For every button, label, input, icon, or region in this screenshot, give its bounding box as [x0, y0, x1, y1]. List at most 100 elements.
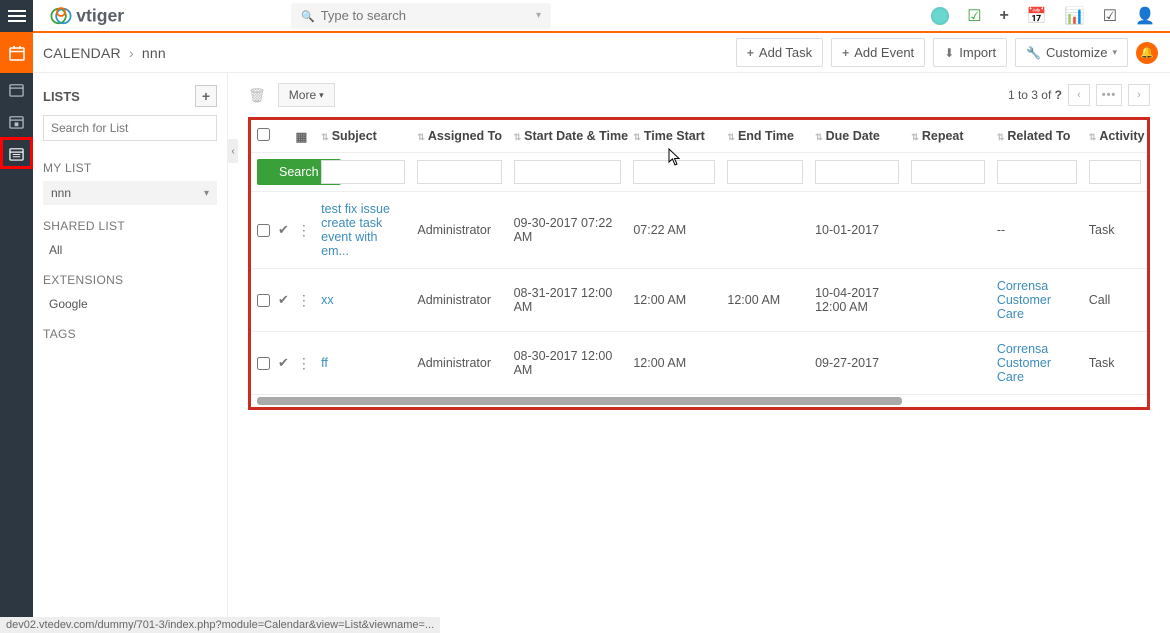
cell-related-to[interactable]: Corrensa Customer Care: [991, 269, 1083, 332]
pager-next[interactable]: [1128, 84, 1150, 106]
calendar-icon[interactable]: [1027, 6, 1047, 26]
filter-subject[interactable]: [321, 160, 405, 184]
records-table-wrap: ⇅Subject ⇅Assigned To ⇅Start Date & Time…: [248, 117, 1150, 410]
status-bar-url: dev02.vtedev.com/dummy/701-3/index.php?m…: [0, 617, 440, 633]
tags-label: TAGS: [43, 327, 217, 341]
tasks-icon[interactable]: [1103, 6, 1117, 26]
filter-assigned[interactable]: [417, 160, 501, 184]
cell-repeat: [905, 332, 991, 395]
cell-time_start: 12:00 AM: [627, 332, 721, 395]
pager-prev[interactable]: [1068, 84, 1090, 106]
mark-complete-icon[interactable]: ✔: [278, 222, 289, 238]
import-button[interactable]: Import: [933, 38, 1007, 67]
cell-end_time: 12:00 AM: [721, 269, 809, 332]
cell-end_time: [721, 192, 809, 269]
user-icon[interactable]: [1135, 6, 1155, 26]
filter-related[interactable]: [997, 160, 1077, 184]
quick-add-icon[interactable]: [1000, 7, 1009, 25]
cell-activity: Task: [1083, 192, 1147, 269]
row-menu-icon[interactable]: ⋮: [297, 222, 311, 239]
breadcrumb: CALENDAR › nnn: [43, 45, 166, 61]
cell-activity: Call: [1083, 269, 1147, 332]
more-button[interactable]: More: [278, 83, 335, 107]
shared-list-label: SHARED LIST: [43, 219, 217, 233]
filter-start-datetime[interactable]: [514, 160, 622, 184]
subheader: CALENDAR › nnn Add Task Add Event Import…: [0, 33, 1170, 73]
cell-time_start: 12:00 AM: [627, 269, 721, 332]
list-search-input[interactable]: [43, 115, 217, 141]
mylist-dropdown[interactable]: nnn: [43, 181, 217, 205]
wrench-icon: 🔧: [1026, 46, 1041, 60]
app-icon[interactable]: [931, 7, 949, 25]
reports-icon[interactable]: [1065, 6, 1085, 26]
row-checkbox[interactable]: [257, 294, 270, 307]
subject-link[interactable]: test fix issue create task event with em…: [321, 202, 390, 258]
extension-item[interactable]: Google: [43, 293, 217, 315]
subject-link[interactable]: xx: [321, 293, 334, 307]
delete-icon[interactable]: [248, 87, 266, 104]
svg-text:vtiger: vtiger: [76, 5, 124, 25]
rail-item-2[interactable]: [0, 105, 33, 137]
topbar: vtiger ☑: [0, 0, 1170, 33]
cell-end_time: [721, 332, 809, 395]
cell-due_date: 10-04-2017 12:00 AM: [809, 269, 905, 332]
cell-repeat: [905, 269, 991, 332]
plus-icon: [842, 46, 849, 60]
filter-due-date[interactable]: [815, 160, 899, 184]
cell-assigned_to: Administrator: [411, 269, 507, 332]
pager: 1 to 3 of ? •••: [1008, 84, 1150, 106]
rail-item-list-view[interactable]: [0, 137, 33, 169]
notification-badge[interactable]: [1136, 42, 1158, 64]
filter-end-time[interactable]: [727, 160, 803, 184]
global-search[interactable]: [291, 3, 551, 29]
bell-icon: [1140, 46, 1154, 59]
pager-text: 1 to 3 of ?: [1008, 88, 1062, 102]
calendar-check-icon[interactable]: ☑: [967, 6, 981, 26]
horizontal-scrollbar[interactable]: [257, 397, 902, 405]
module-icon[interactable]: [0, 33, 33, 73]
mark-complete-icon[interactable]: ✔: [278, 292, 289, 308]
row-checkbox[interactable]: [257, 357, 270, 370]
add-list-button[interactable]: +: [195, 85, 217, 107]
filter-time-start[interactable]: [633, 160, 715, 184]
cell-repeat: [905, 192, 991, 269]
grid-icon[interactable]: [295, 130, 307, 144]
table-row: ✔⋮ffAdministrator08-30-2017 12:00 AM12:0…: [251, 332, 1147, 395]
plus-icon: [747, 46, 754, 60]
list-toolbar: More 1 to 3 of ? •••: [248, 83, 1150, 107]
chevron-down-icon: [204, 188, 209, 199]
cell-start_datetime: 09-30-2017 07:22 AM: [508, 192, 628, 269]
row-menu-icon[interactable]: ⋮: [297, 292, 311, 309]
mark-complete-icon[interactable]: ✔: [278, 355, 289, 371]
cell-due_date: 10-01-2017: [809, 192, 905, 269]
row-menu-icon[interactable]: ⋮: [297, 355, 311, 372]
cell-start_datetime: 08-31-2017 12:00 AM: [508, 269, 628, 332]
rail-item-1[interactable]: [0, 73, 33, 105]
customize-button[interactable]: 🔧Customize: [1015, 38, 1128, 67]
filter-activity[interactable]: [1089, 160, 1141, 184]
add-event-button[interactable]: Add Event: [831, 38, 925, 67]
cell-activity: Task: [1083, 332, 1147, 395]
search-icon: [301, 8, 315, 23]
menu-toggle[interactable]: [0, 0, 33, 32]
cell-time_start: 07:22 AM: [627, 192, 721, 269]
shared-list-item[interactable]: All: [43, 239, 217, 261]
filter-repeat[interactable]: [911, 160, 985, 184]
cell-due_date: 09-27-2017: [809, 332, 905, 395]
brand-logo[interactable]: vtiger: [41, 4, 161, 28]
add-task-button[interactable]: Add Task: [736, 38, 823, 67]
search-dropdown-icon[interactable]: [536, 10, 541, 21]
table-row: ✔ ⋮ test fix issue create task event with …: [251, 192, 1147, 269]
breadcrumb-module[interactable]: CALENDAR: [43, 45, 121, 61]
topbar-right: ☑: [931, 6, 1155, 26]
subject-link[interactable]: ff: [321, 356, 328, 370]
sidebar-collapse-handle[interactable]: ‹: [228, 139, 238, 163]
pager-jump[interactable]: •••: [1096, 84, 1122, 106]
global-search-input[interactable]: [321, 8, 536, 23]
extensions-label: EXTENSIONS: [43, 273, 217, 287]
lists-header: LISTS: [43, 89, 80, 104]
row-checkbox[interactable]: [257, 224, 270, 237]
cell-related-to[interactable]: Corrensa Customer Care: [991, 332, 1083, 395]
select-all-checkbox[interactable]: [257, 128, 270, 141]
left-icon-rail: [0, 73, 33, 633]
